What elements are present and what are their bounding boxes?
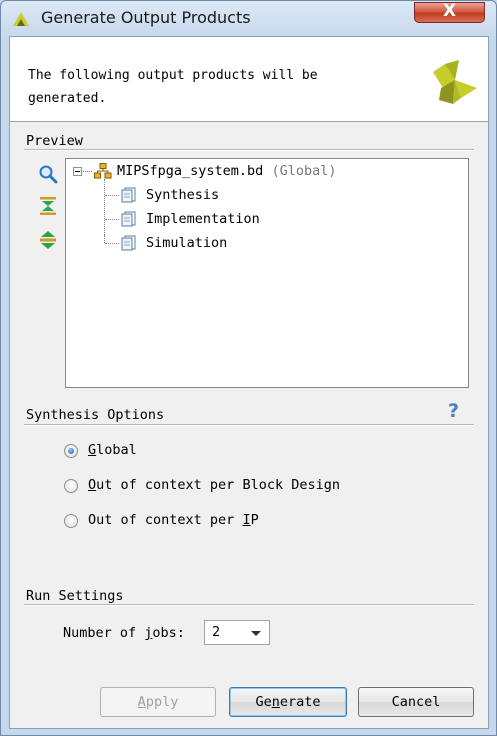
- cancel-button[interactable]: Cancel: [358, 687, 474, 717]
- tree-connector: [104, 179, 105, 235]
- help-icon[interactable]: ?: [448, 400, 459, 422]
- generate-button[interactable]: Generate: [229, 687, 347, 717]
- window-title: Generate Output Products: [41, 8, 251, 27]
- dialog-window: Generate Output Products X The following…: [0, 0, 497, 736]
- tree-collapse-toggle[interactable]: [73, 167, 82, 176]
- tree-connector: [83, 171, 92, 172]
- jobs-value: 2: [212, 624, 221, 640]
- radio-button[interactable]: [64, 479, 78, 493]
- number-of-jobs-select[interactable]: 2: [204, 620, 270, 645]
- radio-button[interactable]: [64, 514, 78, 528]
- block-design-icon: [94, 163, 112, 179]
- synthesis-options-label: Synthesis Options: [26, 407, 165, 423]
- number-of-jobs-label: Number of jobs:: [63, 625, 185, 641]
- file-icon: [121, 187, 136, 203]
- collapse-all-icon[interactable]: [38, 196, 58, 216]
- tree-item-synthesis[interactable]: Synthesis: [146, 187, 219, 203]
- header-line-2: generated.: [28, 91, 107, 106]
- radio-label: Global: [88, 442, 137, 458]
- header-description: The following output products will be ge…: [28, 64, 378, 110]
- chevron-down-icon[interactable]: [251, 631, 261, 636]
- preview-label: Preview: [26, 133, 83, 149]
- output-products-tree[interactable]: MIPSfpga_system.bd (Global) Synthesis Im…: [65, 158, 469, 388]
- tree-root-name: MIPSfpga_system.bd: [117, 163, 264, 179]
- title-bar[interactable]: Generate Output Products X: [1, 1, 496, 35]
- file-icon: [121, 235, 136, 251]
- radio-label: Out of context per IP: [88, 512, 259, 528]
- radio-button-checked[interactable]: [64, 444, 78, 458]
- header-line-1: The following output products will be: [28, 68, 318, 83]
- close-button[interactable]: X: [414, 1, 485, 23]
- tree-root-item[interactable]: MIPSfpga_system.bd (Global): [117, 163, 336, 179]
- tree-item-implementation[interactable]: Implementation: [146, 211, 260, 227]
- tree-root-scope: (Global): [271, 163, 337, 179]
- tree-connector: [104, 235, 105, 243]
- close-icon: X: [442, 1, 457, 21]
- dialog-header: The following output products will be ge…: [10, 37, 488, 122]
- expand-all-icon[interactable]: [38, 230, 58, 250]
- vivado-logo-icon: [433, 60, 477, 104]
- dialog-client: The following output products will be ge…: [9, 36, 489, 729]
- search-icon[interactable]: [38, 164, 58, 184]
- synthesis-options-separator: [24, 424, 474, 426]
- file-icon: [121, 211, 136, 227]
- tree-connector: [105, 195, 119, 196]
- radio-label: Out of context per Block Design: [88, 477, 340, 493]
- tree-connector: [105, 243, 119, 244]
- run-settings-label: Run Settings: [26, 588, 124, 604]
- tree-connector: [105, 219, 119, 220]
- run-settings-separator: [24, 604, 474, 606]
- preview-separator: [24, 149, 474, 151]
- vivado-app-icon: [13, 12, 29, 26]
- apply-button[interactable]: Apply: [100, 687, 216, 717]
- tree-item-simulation[interactable]: Simulation: [146, 235, 227, 251]
